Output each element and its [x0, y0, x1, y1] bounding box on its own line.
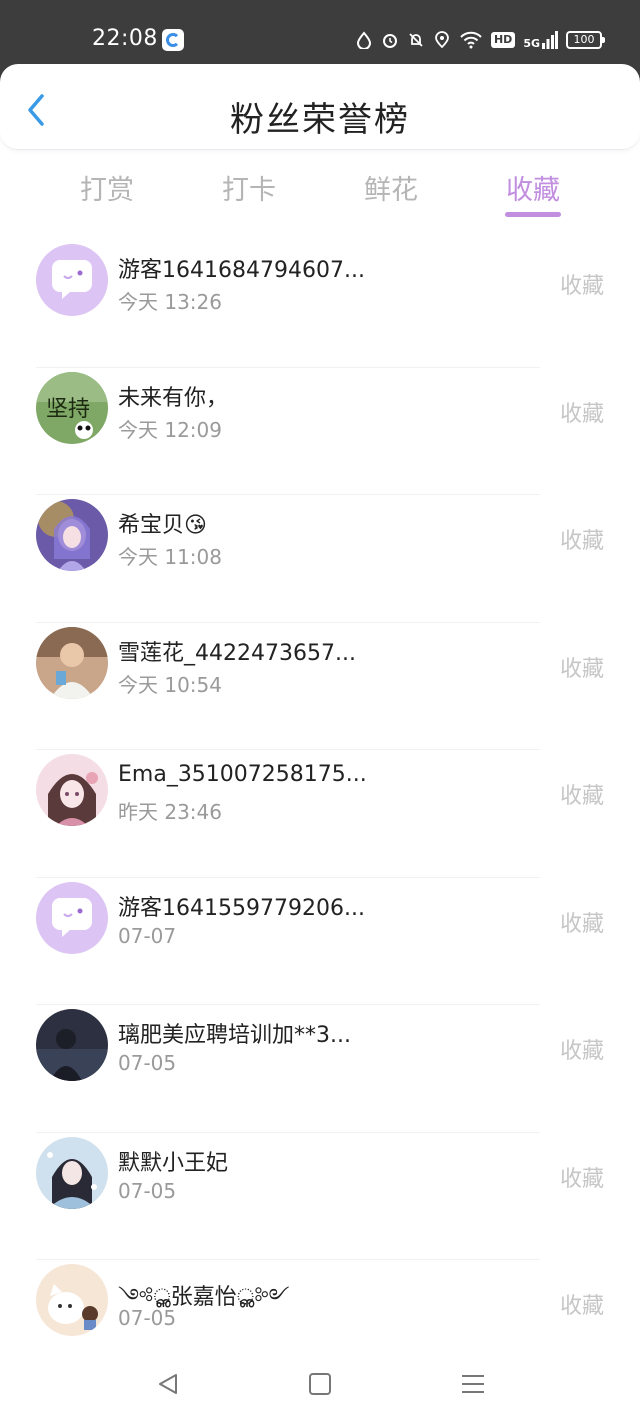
user-name: 游客1641684794607... — [118, 258, 365, 283]
drop-icon — [355, 31, 373, 50]
user-name: 默默小王妃 — [118, 1150, 229, 1176]
tab-flowers[interactable]: 鲜花 — [351, 168, 431, 207]
user-name: 游客1641559779206... — [118, 895, 365, 921]
status-time: 22:08 — [92, 26, 158, 51]
tab-checkin[interactable]: 打卡 — [209, 168, 289, 207]
signal-icon — [542, 31, 558, 49]
favorite-label: 收藏 — [559, 401, 604, 427]
favorite-label: 收藏 — [559, 1166, 604, 1192]
square-home-icon — [309, 1373, 331, 1395]
user-name: 未来有你， — [118, 385, 229, 411]
list-item[interactable]: Ema_351007258175... 昨天 23:46 收藏 — [0, 750, 640, 878]
timestamp: 昨天 23:46 — [118, 800, 222, 824]
timestamp: 07-05 — [118, 1306, 177, 1330]
favorite-label: 收藏 — [559, 529, 604, 554]
anime-girl-avatar — [36, 499, 108, 571]
system-nav-bar — [0, 1340, 640, 1422]
timestamp: 今天 11:08 — [118, 545, 222, 569]
battery-indicator: 100 — [566, 31, 605, 49]
system-back-button[interactable] — [154, 1370, 182, 1398]
timestamp: 07-05 — [118, 1051, 177, 1075]
network-type: 5G — [523, 37, 540, 50]
list-item[interactable]: 希宝贝😘 今天 11:08 收藏 — [0, 495, 640, 623]
cartoon-cat-avatar — [36, 1264, 108, 1336]
list-item[interactable]: 坚持 未来有你， 今天 12:09 收藏 — [0, 368, 640, 495]
favorite-label: 收藏 — [559, 274, 604, 299]
timestamp: 07-07 — [118, 923, 177, 948]
user-name: 璃肥美应聘培训加**3... — [118, 1023, 351, 1048]
favorite-label: 收藏 — [559, 1039, 604, 1064]
triangle-back-icon — [159, 1374, 177, 1394]
list-item[interactable]: 游客1641559779206... 07-07 收藏 — [0, 878, 640, 1005]
panda-avatar: 坚持 — [36, 371, 108, 444]
menu-lines-icon — [462, 1375, 484, 1393]
signal-group: 5G — [523, 31, 558, 49]
svg-text:坚持: 坚持 — [46, 397, 90, 422]
timestamp: 今天 12:09 — [118, 417, 222, 442]
mute-bell-icon — [407, 31, 425, 49]
favorite-label: 收藏 — [559, 911, 604, 937]
list-item[interactable]: 默默小王妃 07-05 收藏 — [0, 1133, 640, 1260]
page-title: 粉丝荣誉榜 — [230, 100, 410, 140]
tab-reward[interactable]: 打赏 — [67, 168, 147, 207]
nav-header: 粉丝荣誉榜 — [0, 64, 640, 150]
timestamp: 今天 13:26 — [118, 290, 222, 314]
favorite-label: 收藏 — [559, 784, 604, 809]
system-menu-button[interactable] — [459, 1370, 487, 1398]
photo-avatar — [36, 626, 108, 699]
tab-favorites[interactable]: 收藏 — [493, 168, 573, 207]
dark-photo-avatar — [36, 1009, 108, 1081]
list-item[interactable]: 雪莲花_4422473657... 今天 10:54 收藏 — [0, 623, 640, 750]
timestamp: 今天 10:54 — [118, 672, 222, 697]
status-icons: HD 5G 100 — [355, 27, 605, 53]
active-tab-indicator — [505, 212, 561, 217]
system-home-button[interactable] — [306, 1370, 334, 1398]
anime-blue-avatar — [36, 1136, 108, 1209]
user-name: 希宝贝😘 — [118, 513, 207, 538]
hd-badge: HD — [490, 32, 516, 48]
guest-chat-avatar — [36, 244, 108, 316]
favorite-label: 收藏 — [559, 1294, 604, 1319]
wifi-icon — [459, 31, 483, 49]
fan-list: 游客1641684794607... 今天 13:26 收藏 坚持 未来有你， … — [0, 240, 640, 1388]
list-item[interactable]: 璃肥美应聘培训加**3... 07-05 收藏 — [0, 1005, 640, 1133]
anime-pink-avatar — [36, 754, 108, 826]
timestamp: 07-05 — [118, 1178, 177, 1203]
alarm-icon — [381, 31, 399, 49]
user-name: Ema_351007258175... — [118, 762, 367, 787]
user-name: 雪莲花_4422473657... — [118, 640, 356, 666]
app-notification-icon — [162, 29, 184, 51]
location-icon — [433, 31, 451, 49]
favorite-label: 收藏 — [559, 656, 604, 682]
list-item[interactable]: 游客1641684794607... 今天 13:26 收藏 — [0, 240, 640, 368]
guest-chat-avatar — [36, 881, 108, 954]
